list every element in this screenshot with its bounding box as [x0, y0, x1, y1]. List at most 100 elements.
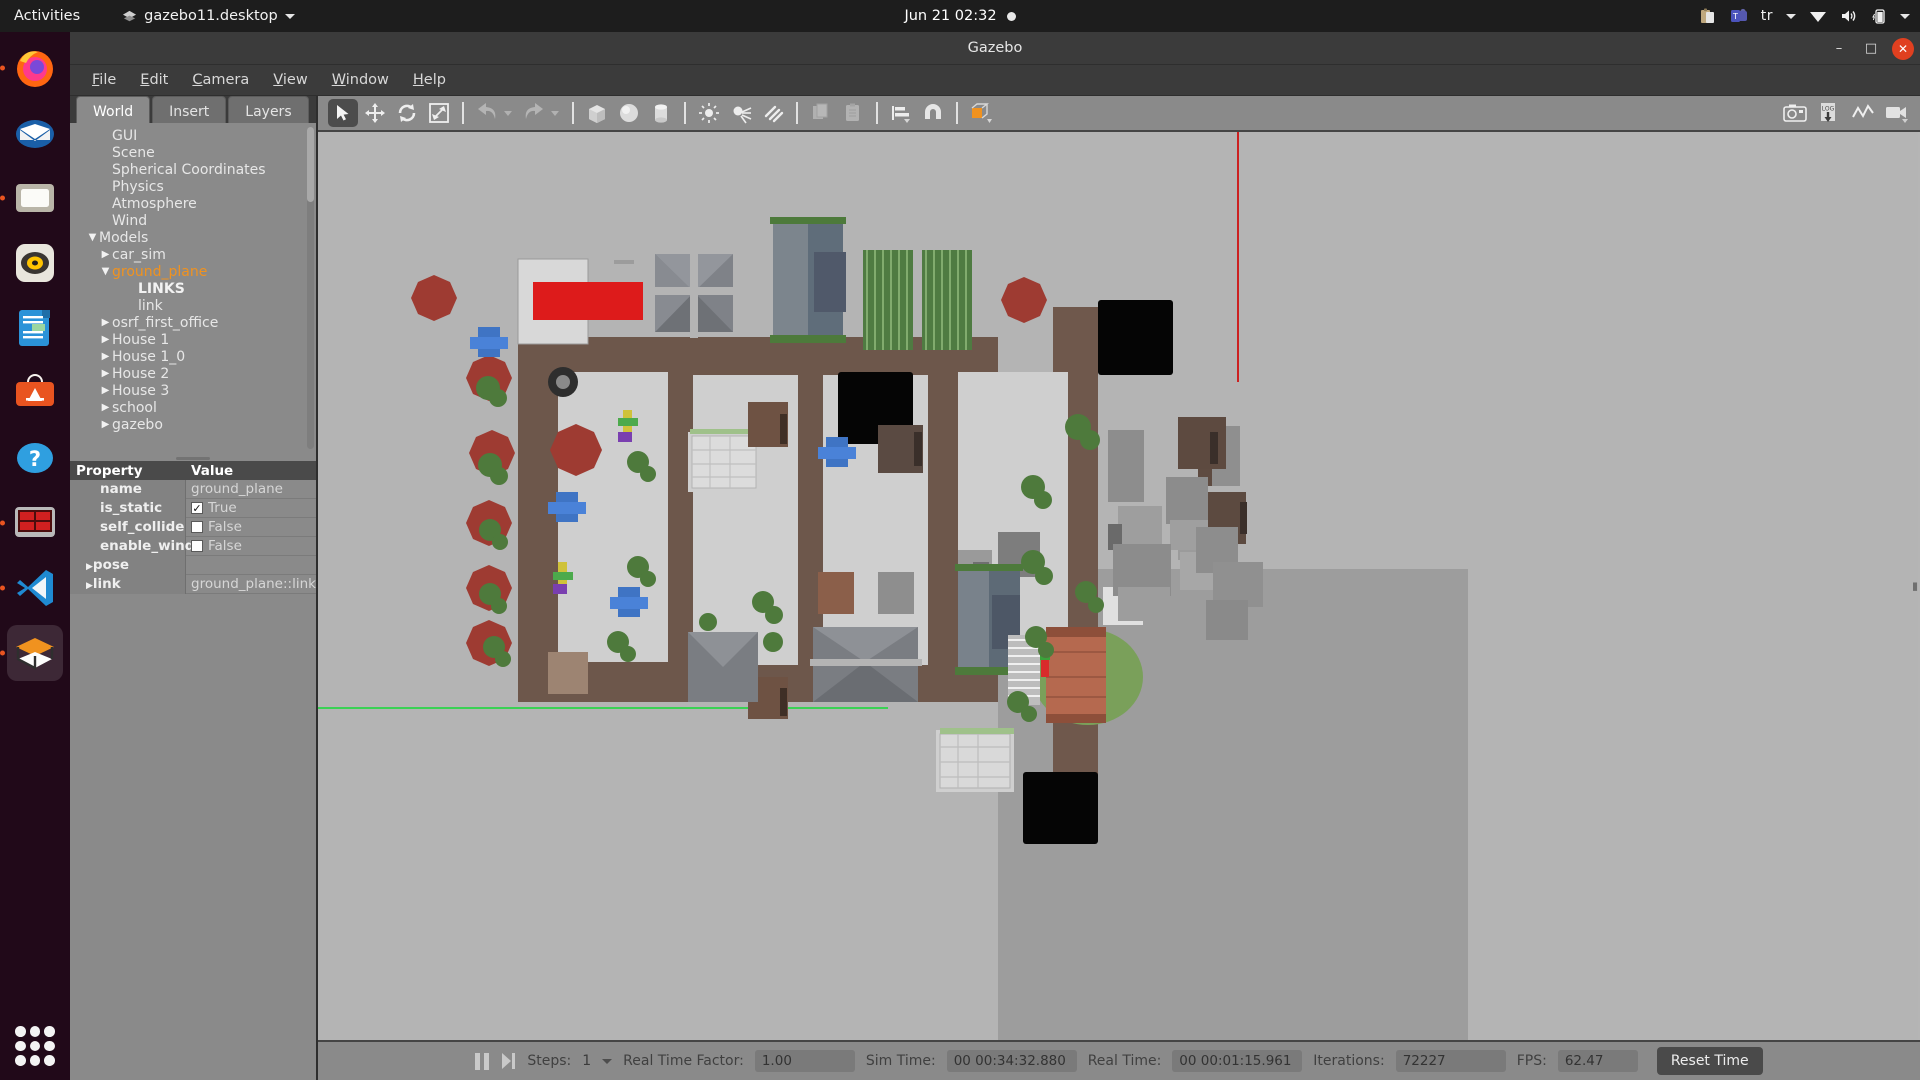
chevron-right-icon[interactable]: ▶: [99, 351, 112, 362]
tab-world[interactable]: World: [76, 96, 151, 123]
copy-button[interactable]: [806, 99, 836, 127]
tree-scrollbar-thumb[interactable]: [307, 127, 314, 202]
tree-item-link[interactable]: link: [72, 297, 316, 314]
tree-item-models[interactable]: ▼ Models: [72, 229, 316, 246]
dock-item-vscode[interactable]: [7, 560, 63, 616]
dock-item-remmina[interactable]: [7, 495, 63, 551]
undo-button[interactable]: [472, 99, 502, 127]
tree-item-osrf-first-office[interactable]: ▶ osrf_first_office: [72, 314, 316, 331]
step-button[interactable]: [500, 1052, 516, 1070]
undo-history-dropdown-icon[interactable]: [504, 110, 512, 116]
property-row-self_collide[interactable]: self_collide False: [70, 517, 316, 537]
chevron-right-icon[interactable]: ▶: [99, 334, 112, 345]
dock-item-ubuntu-software[interactable]: [7, 365, 63, 421]
dock-item-gazebo[interactable]: [7, 625, 63, 681]
property-row-name[interactable]: name ground_plane: [70, 479, 316, 499]
menu-view[interactable]: View: [263, 69, 317, 91]
clipboard-icon[interactable]: [1699, 7, 1717, 25]
checkbox-icon[interactable]: [191, 521, 203, 533]
app-menu-button[interactable]: gazebo11.desktop: [122, 8, 295, 24]
dock-item-files[interactable]: [7, 170, 63, 226]
tab-layers[interactable]: Layers: [228, 96, 309, 123]
property-value[interactable]: False: [186, 519, 316, 535]
tree-item-house-1[interactable]: ▶ House 1: [72, 331, 316, 348]
tree-item-ground-plane[interactable]: ▼ ground_plane: [72, 263, 316, 280]
tree-item-house-3[interactable]: ▶ House 3: [72, 382, 316, 399]
steps-dropdown-icon[interactable]: [602, 1058, 613, 1064]
screenshot-button[interactable]: [1780, 99, 1810, 127]
chevron-right-icon[interactable]: ▶: [99, 419, 112, 430]
checkbox-icon[interactable]: ✓: [191, 502, 203, 514]
pause-button[interactable]: [475, 1052, 490, 1070]
keyboard-layout-indicator[interactable]: tr: [1761, 8, 1773, 24]
tree-item-car-sim[interactable]: ▶ car_sim: [72, 246, 316, 263]
dock-item-rhythmbox[interactable]: [7, 235, 63, 291]
show-applications-button[interactable]: [15, 1026, 55, 1066]
align-button[interactable]: [886, 99, 916, 127]
steps-value[interactable]: 1: [582, 1053, 591, 1069]
menu-file[interactable]: File: [82, 69, 126, 91]
dock-item-firefox[interactable]: [7, 40, 63, 96]
tree-item-house-1-0[interactable]: ▶ House 1_0: [72, 348, 316, 365]
activities-button[interactable]: Activities: [0, 8, 94, 24]
insert-point-light-button[interactable]: [694, 99, 724, 127]
tree-item-school[interactable]: ▶ school: [72, 399, 316, 416]
system-menu-chevron-icon[interactable]: [1900, 13, 1910, 19]
insert-sphere-button[interactable]: [614, 99, 644, 127]
property-row-pose[interactable]: ▶pose: [70, 555, 316, 575]
dock-item-libreoffice-writer[interactable]: [7, 300, 63, 356]
chevron-right-icon[interactable]: ▶: [99, 385, 112, 396]
clock-label[interactable]: Jun 21 02:32: [904, 8, 996, 24]
insert-spot-light-button[interactable]: [726, 99, 756, 127]
log-button[interactable]: LOG: [1814, 99, 1844, 127]
chevron-right-icon[interactable]: ▶: [99, 249, 112, 260]
menu-window[interactable]: Window: [322, 69, 399, 91]
minimize-button[interactable]: –: [1824, 36, 1854, 62]
menu-camera[interactable]: Camera: [182, 69, 259, 91]
tree-item-house-2[interactable]: ▶ House 2: [72, 365, 316, 382]
viewport-scroll-indicator[interactable]: ▮: [1912, 580, 1918, 593]
teams-icon[interactable]: T: [1730, 7, 1748, 25]
checkbox-icon[interactable]: [191, 540, 203, 552]
tab-insert[interactable]: Insert: [152, 96, 227, 123]
translate-mode-button[interactable]: [360, 99, 390, 127]
tree-item-links[interactable]: LINKS: [72, 280, 316, 297]
tree-item-atmosphere[interactable]: Atmosphere: [72, 195, 316, 212]
chevron-down-icon[interactable]: ▼: [86, 232, 99, 243]
scale-mode-button[interactable]: [424, 99, 454, 127]
tree-item-spherical-coordinates[interactable]: Spherical Coordinates: [72, 161, 316, 178]
tree-item-gazebo[interactable]: ▶ gazebo: [72, 416, 316, 433]
chevron-right-icon[interactable]: ▶: [99, 402, 112, 413]
property-value[interactable]: False: [186, 538, 316, 554]
reset-time-button[interactable]: Reset Time: [1656, 1047, 1763, 1075]
property-row-is_static[interactable]: is_static ✓ True: [70, 498, 316, 518]
video-record-button[interactable]: [1882, 99, 1912, 127]
insert-cylinder-button[interactable]: [646, 99, 676, 127]
tree-item-scene[interactable]: Scene: [72, 144, 316, 161]
insert-directional-light-button[interactable]: [758, 99, 788, 127]
dock-item-thunderbird[interactable]: [7, 105, 63, 161]
chevron-right-icon[interactable]: ▶: [99, 368, 112, 379]
select-mode-button[interactable]: [328, 99, 358, 127]
paste-button[interactable]: [838, 99, 868, 127]
dock-item-help[interactable]: ?: [7, 430, 63, 486]
property-row-enable_wind[interactable]: enable_wind False: [70, 536, 316, 556]
property-value[interactable]: ✓ True: [186, 500, 316, 516]
tree-item-wind[interactable]: Wind: [72, 212, 316, 229]
property-row-link[interactable]: ▶link ground_plane::link: [70, 574, 316, 594]
view-mode-button[interactable]: [966, 99, 996, 127]
wifi-icon[interactable]: [1809, 9, 1827, 23]
snap-magnet-button[interactable]: [918, 99, 948, 127]
maximize-button[interactable]: □: [1856, 36, 1886, 62]
plot-button[interactable]: [1848, 99, 1878, 127]
menu-edit[interactable]: Edit: [130, 69, 178, 91]
tree-scrollbar-track[interactable]: [307, 127, 314, 449]
chevron-down-icon[interactable]: ▼: [99, 266, 112, 277]
insert-box-button[interactable]: [582, 99, 612, 127]
chevron-right-icon[interactable]: ▶: [86, 562, 93, 572]
volume-icon[interactable]: [1840, 8, 1858, 24]
tree-item-gui[interactable]: GUI: [72, 127, 316, 144]
redo-button[interactable]: [519, 99, 549, 127]
3d-viewport[interactable]: ▮: [318, 132, 1920, 1040]
battery-icon[interactable]: [1871, 8, 1887, 24]
